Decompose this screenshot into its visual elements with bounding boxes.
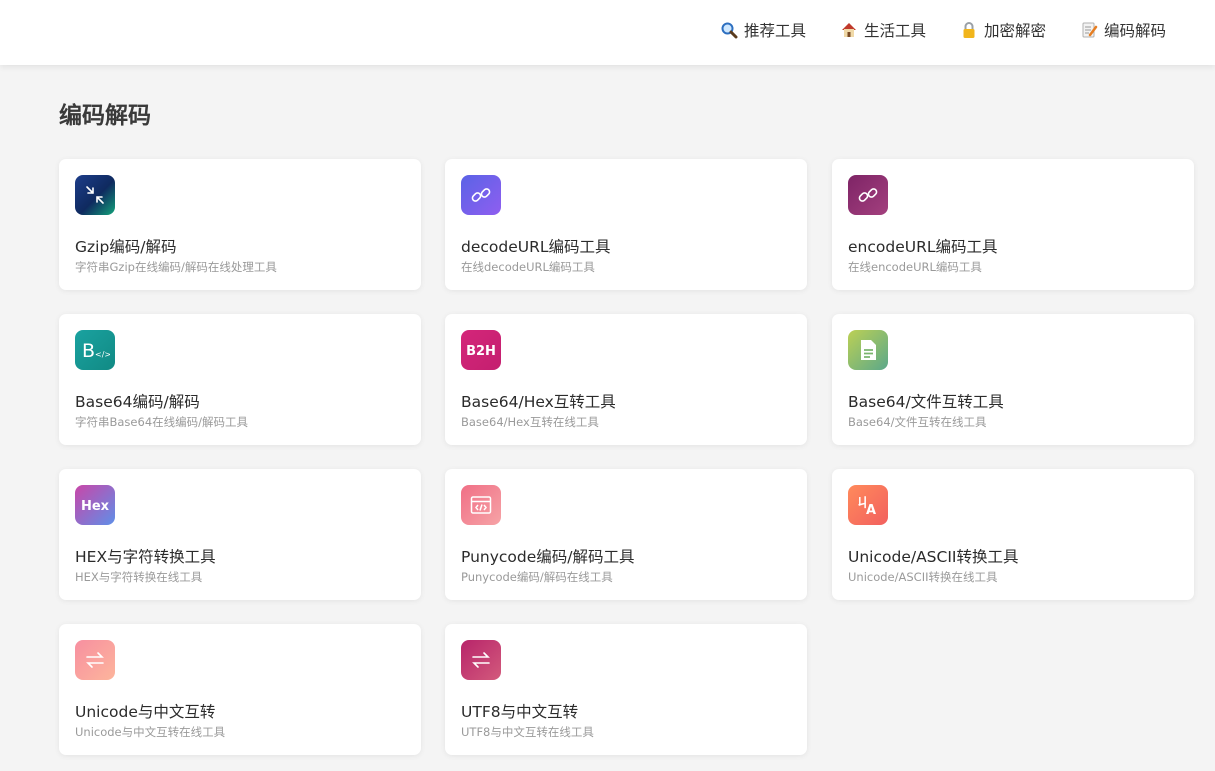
tool-card-punycode[interactable]: Punycode编码/解码工具 Punycode编码/解码在线工具 [445,469,807,600]
tool-card-base64-file[interactable]: Base64/文件互转工具 Base64/文件互转在线工具 [832,314,1194,445]
house-icon [840,21,858,39]
lock-icon [960,21,978,39]
nav-item-label: 编码解码 [1104,22,1167,40]
tool-card-encodeurl[interactable]: encodeURL编码工具 在线encodeURL编码工具 [832,159,1194,290]
code-window-icon [461,485,501,525]
tool-title: HEX与字符转换工具 [75,548,216,566]
tool-description: 在线encodeURL编码工具 [848,260,982,274]
document-icon [848,330,888,370]
tool-card-decodeurl[interactable]: decodeURL编码工具 在线decodeURL编码工具 [445,159,807,290]
main-nav: 推荐工具 生活工具 加密解密 编码解码 [720,0,1215,60]
b2h-icon: B2H [461,330,501,370]
tool-title: Unicode/ASCII转换工具 [848,548,1019,566]
tool-description: HEX与字符转换在线工具 [75,570,203,584]
nav-item-label: 推荐工具 [744,22,807,40]
tool-card-unicode-ascii[interactable]: ㄐA Unicode/ASCII转换工具 Unicode/ASCII转换在线工具 [832,469,1194,600]
tool-title: Base64/Hex互转工具 [461,393,616,411]
tool-card-utf8-chinese[interactable]: UTF8与中文互转 UTF8与中文互转在线工具 [445,624,807,755]
tool-description: Base64/文件互转在线工具 [848,415,987,429]
nav-item-codec[interactable]: 编码解码 [1080,19,1166,41]
tool-description: Punycode编码/解码在线工具 [461,570,613,584]
tool-title: Gzip编码/解码 [75,238,177,256]
tool-description: UTF8与中文互转在线工具 [461,725,594,739]
translate-icon: ㄐA [848,485,888,525]
tool-title: Base64编码/解码 [75,393,200,411]
tool-description: Unicode与中文互转在线工具 [75,725,226,739]
svg-text:B: B [82,340,95,362]
tool-card-base64-hex[interactable]: B2H Base64/Hex互转工具 Base64/Hex互转在线工具 [445,314,807,445]
tool-title: Base64/文件互转工具 [848,393,1004,411]
base64-code-icon: B </> [75,330,115,370]
tool-description: Unicode/ASCII转换在线工具 [848,570,998,584]
hex-icon: Hex [75,485,115,525]
tool-description: 在线decodeURL编码工具 [461,260,595,274]
swap-arrows-icon [75,640,115,680]
top-navigation-bar: 推荐工具 生活工具 加密解密 编码解码 [0,0,1215,65]
tool-card-unicode-chinese[interactable]: Unicode与中文互转 Unicode与中文互转在线工具 [59,624,421,755]
tool-card-base64[interactable]: B </> Base64编码/解码 字符串Base64在线编码/解码工具 [59,314,421,445]
svg-text:Hex: Hex [81,499,110,514]
nav-item-recommended[interactable]: 推荐工具 [720,19,806,41]
tool-title: decodeURL编码工具 [461,238,611,256]
section-title: 编码解码 [59,103,151,129]
nav-item-life[interactable]: 生活工具 [840,19,926,41]
tool-description: 字符串Base64在线编码/解码工具 [75,415,249,429]
nav-item-label: 生活工具 [864,22,927,40]
tool-card-hex[interactable]: Hex HEX与字符转换工具 HEX与字符转换在线工具 [59,469,421,600]
magnifier-icon [720,21,738,39]
tool-title: Unicode与中文互转 [75,703,216,721]
tool-description: 字符串Gzip在线编码/解码在线处理工具 [75,260,277,274]
memo-icon [1080,21,1098,39]
nav-item-encrypt[interactable]: 加密解密 [960,19,1046,41]
tool-description: Base64/Hex互转在线工具 [461,415,599,429]
tool-title: UTF8与中文互转 [461,703,579,721]
swap-arrows-icon [461,640,501,680]
tool-title: Punycode编码/解码工具 [461,548,635,566]
link-icon [461,175,501,215]
tool-card-gzip[interactable]: Gzip编码/解码 字符串Gzip在线编码/解码在线处理工具 [59,159,421,290]
link-icon [848,175,888,215]
tool-title: encodeURL编码工具 [848,238,998,256]
svg-text:A: A [866,503,876,517]
svg-text:</>: </> [95,350,110,359]
nav-item-label: 加密解密 [984,22,1047,40]
svg-text:B2H: B2H [466,344,496,359]
compress-arrows-icon [75,175,115,215]
